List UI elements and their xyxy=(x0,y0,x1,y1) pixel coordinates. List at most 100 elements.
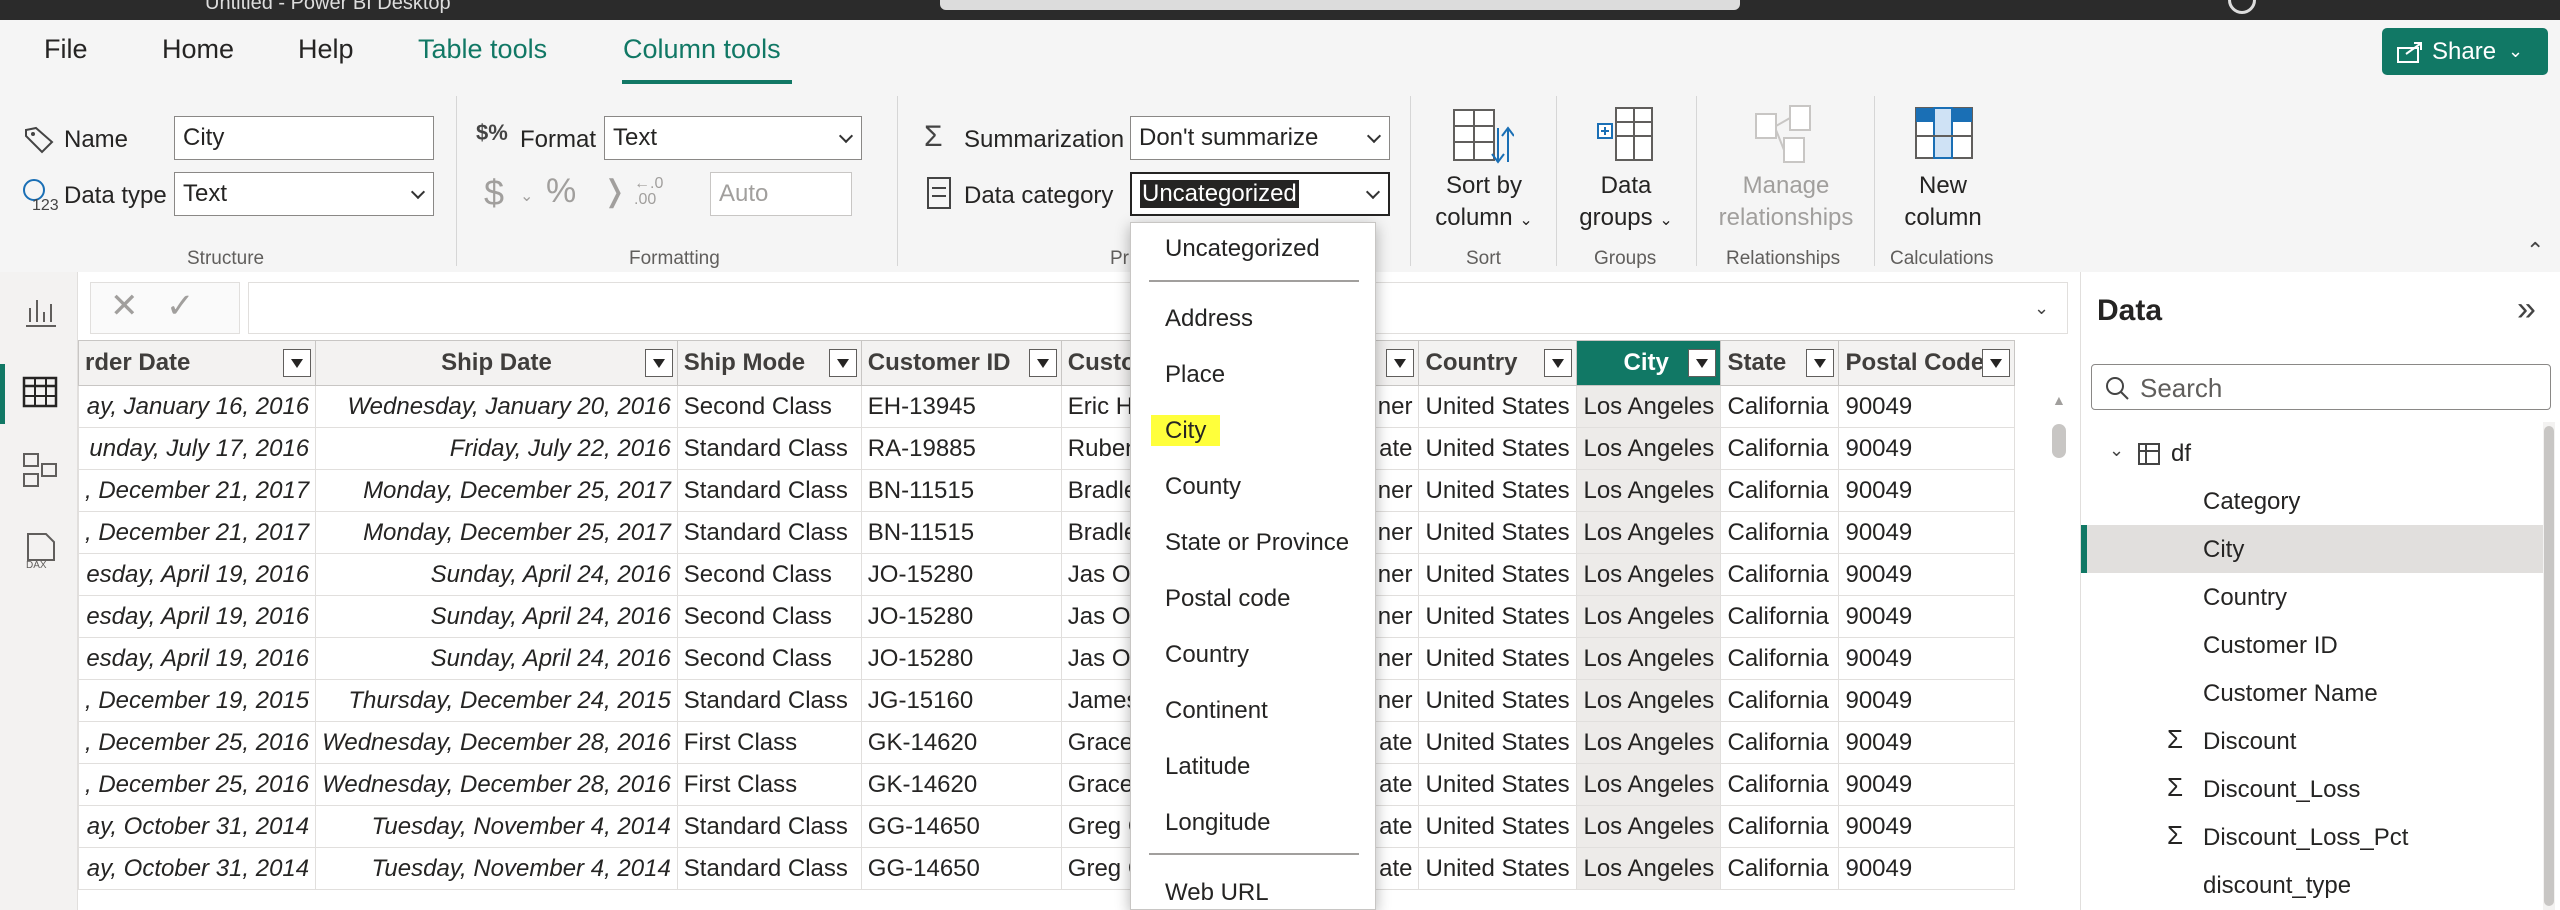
filter-icon[interactable] xyxy=(1028,349,1057,377)
option-country[interactable]: Country xyxy=(1165,641,1249,669)
table-cell[interactable]: California xyxy=(1720,427,1840,470)
comma-icon[interactable]: ❭ xyxy=(602,174,627,209)
table-cell[interactable]: ay, October 31, 2014 xyxy=(78,847,317,890)
decimal-places-input[interactable]: Auto xyxy=(710,172,852,216)
table-cell[interactable]: Los Angeles xyxy=(1576,427,1722,470)
option-address[interactable]: Address xyxy=(1165,305,1253,333)
table-cell[interactable]: California xyxy=(1720,385,1840,428)
chevron-down-icon[interactable]: ⌄ xyxy=(2034,298,2049,319)
model-view-icon[interactable] xyxy=(20,450,60,490)
col-header-ship-date[interactable]: Ship Date xyxy=(315,340,678,386)
table-cell[interactable]: California xyxy=(1720,763,1840,806)
table-cell[interactable]: JO-15280 xyxy=(860,637,1062,680)
table-row[interactable]: , December 21, 2017 Monday, December 25, … xyxy=(78,469,2016,512)
table-row[interactable]: , December 19, 2015 Thursday, December 24… xyxy=(78,679,2016,722)
table-cell[interactable]: Monday, December 25, 2017 xyxy=(315,511,678,554)
option-postal-code[interactable]: Postal code xyxy=(1165,585,1290,613)
table-cell[interactable]: 90049 xyxy=(1838,721,2016,764)
table-cell[interactable]: Tuesday, November 4, 2014 xyxy=(315,805,678,848)
table-row[interactable]: ay, October 31, 2014 Tuesday, November 4,… xyxy=(78,805,2016,848)
option-web-url[interactable]: Web URL xyxy=(1165,879,1269,907)
col-header-customer-id[interactable]: Customer ID xyxy=(860,340,1062,386)
table-cell[interactable]: JO-15280 xyxy=(860,595,1062,638)
table-cell[interactable]: Los Angeles xyxy=(1576,763,1722,806)
table-cell[interactable]: Los Angeles xyxy=(1576,637,1722,680)
table-cell[interactable]: JG-15160 xyxy=(860,679,1062,722)
table-cell[interactable]: United States xyxy=(1418,721,1578,764)
option-latitude[interactable]: Latitude xyxy=(1165,753,1250,781)
table-row[interactable]: ay, January 16, 2016 Wednesday, January 2… xyxy=(78,385,2016,428)
table-row[interactable]: esday, April 19, 2016 Sunday, April 24, 2… xyxy=(78,637,2016,680)
table-cell[interactable]: BN-11515 xyxy=(860,469,1062,512)
table-cell[interactable]: First Class xyxy=(676,763,862,806)
table-cell[interactable]: esday, April 19, 2016 xyxy=(78,553,317,596)
table-cell[interactable]: Second Class xyxy=(676,385,862,428)
table-cell[interactable]: United States xyxy=(1418,763,1578,806)
table-cell[interactable]: California xyxy=(1720,469,1840,512)
table-cell[interactable]: Monday, December 25, 2017 xyxy=(315,469,678,512)
table-cell[interactable]: Sunday, April 24, 2016 xyxy=(315,553,678,596)
table-row[interactable]: , December 25, 2016 Wednesday, December 2… xyxy=(78,763,2016,806)
table-row[interactable]: unday, July 17, 2016 Friday, July 22, 201… xyxy=(78,427,2016,470)
cancel-icon[interactable]: ✕ xyxy=(110,286,139,326)
table-cell[interactable]: 90049 xyxy=(1838,637,2016,680)
collapse-pane-icon[interactable]: » xyxy=(2517,290,2536,329)
datacategory-select[interactable]: Uncategorized xyxy=(1130,172,1390,216)
table-cell[interactable]: 90049 xyxy=(1838,763,2016,806)
table-cell[interactable]: Standard Class xyxy=(676,805,862,848)
table-cell[interactable]: 90049 xyxy=(1838,553,2016,596)
table-cell[interactable]: California xyxy=(1720,511,1840,554)
table-cell[interactable]: Tuesday, November 4, 2014 xyxy=(315,847,678,890)
table-cell[interactable]: , December 21, 2017 xyxy=(78,511,317,554)
table-cell[interactable]: JO-15280 xyxy=(860,553,1062,596)
col-header-city[interactable]: City xyxy=(1576,340,1722,386)
table-cell[interactable]: California xyxy=(1720,679,1840,722)
title-search-box[interactable] xyxy=(940,0,1740,10)
option-county[interactable]: County xyxy=(1165,473,1241,501)
table-cell[interactable]: Thursday, December 24, 2015 xyxy=(315,679,678,722)
table-cell[interactable]: Los Angeles xyxy=(1576,595,1722,638)
field-discount[interactable]: Discount xyxy=(2203,728,2296,756)
data-pane-search[interactable]: Search xyxy=(2091,364,2551,410)
table-cell[interactable]: First Class xyxy=(676,721,862,764)
table-cell[interactable]: Los Angeles xyxy=(1576,553,1722,596)
chevron-down-icon[interactable]: ⌄ xyxy=(520,186,533,206)
grid-scrollbar-thumb[interactable] xyxy=(2052,424,2066,458)
table-row[interactable]: esday, April 19, 2016 Sunday, April 24, 2… xyxy=(78,595,2016,638)
table-row[interactable]: , December 25, 2016 Wednesday, December 2… xyxy=(78,721,2016,764)
table-cell[interactable]: Standard Class xyxy=(676,847,862,890)
field-discount-type[interactable]: discount_type xyxy=(2203,872,2351,900)
table-cell[interactable]: United States xyxy=(1418,595,1578,638)
col-header-order-date[interactable]: rder Date xyxy=(78,340,317,386)
table-cell[interactable]: GK-14620 xyxy=(860,763,1062,806)
table-cell[interactable]: United States xyxy=(1418,679,1578,722)
table-row[interactable]: , December 21, 2017 Monday, December 25, … xyxy=(78,511,2016,554)
table-cell[interactable]: Sunday, April 24, 2016 xyxy=(315,637,678,680)
table-cell[interactable]: , December 25, 2016 xyxy=(78,721,317,764)
option-uncategorized[interactable]: Uncategorized xyxy=(1165,235,1320,263)
table-view-icon[interactable] xyxy=(20,372,60,412)
table-cell[interactable]: Los Angeles xyxy=(1576,721,1722,764)
filter-icon[interactable] xyxy=(283,349,312,377)
col-header-ship-mode[interactable]: Ship Mode xyxy=(676,340,862,386)
filter-icon[interactable] xyxy=(1982,349,2011,377)
table-cell[interactable]: esday, April 19, 2016 xyxy=(78,595,317,638)
menu-file[interactable]: File xyxy=(44,34,88,65)
filter-icon[interactable] xyxy=(1688,349,1717,377)
table-cell[interactable]: United States xyxy=(1418,553,1578,596)
option-city[interactable]: City xyxy=(1151,415,1221,446)
col-header-postal-code[interactable]: Postal Code xyxy=(1838,340,2016,386)
table-cell[interactable]: Second Class xyxy=(676,637,862,680)
option-place[interactable]: Place xyxy=(1165,361,1225,389)
table-cell[interactable]: Los Angeles xyxy=(1576,805,1722,848)
option-longitude[interactable]: Longitude xyxy=(1165,809,1270,837)
table-cell[interactable]: 90049 xyxy=(1838,511,2016,554)
table-cell[interactable]: 90049 xyxy=(1838,805,2016,848)
table-cell[interactable]: Los Angeles xyxy=(1576,385,1722,428)
table-cell[interactable]: California xyxy=(1720,553,1840,596)
table-cell[interactable]: United States xyxy=(1418,385,1578,428)
table-cell[interactable]: United States xyxy=(1418,805,1578,848)
filter-icon[interactable] xyxy=(1806,349,1835,377)
filter-icon[interactable] xyxy=(828,349,857,377)
currency-icon[interactable]: $ xyxy=(484,172,504,214)
